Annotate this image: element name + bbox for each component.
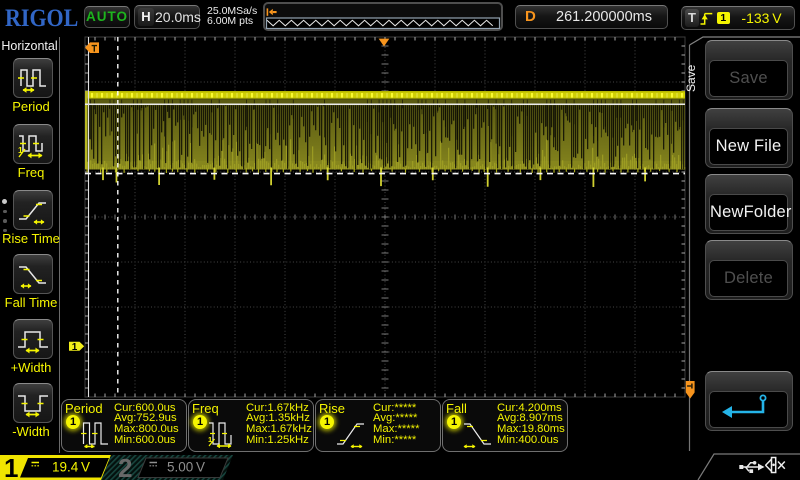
svg-text:2: 2 <box>118 453 132 480</box>
svg-text:5.00 V: 5.00 V <box>167 460 205 475</box>
svg-text:1: 1 <box>72 342 78 353</box>
svg-text:1: 1 <box>4 453 18 480</box>
svg-text:19.4 V: 19.4 V <box>52 460 90 475</box>
